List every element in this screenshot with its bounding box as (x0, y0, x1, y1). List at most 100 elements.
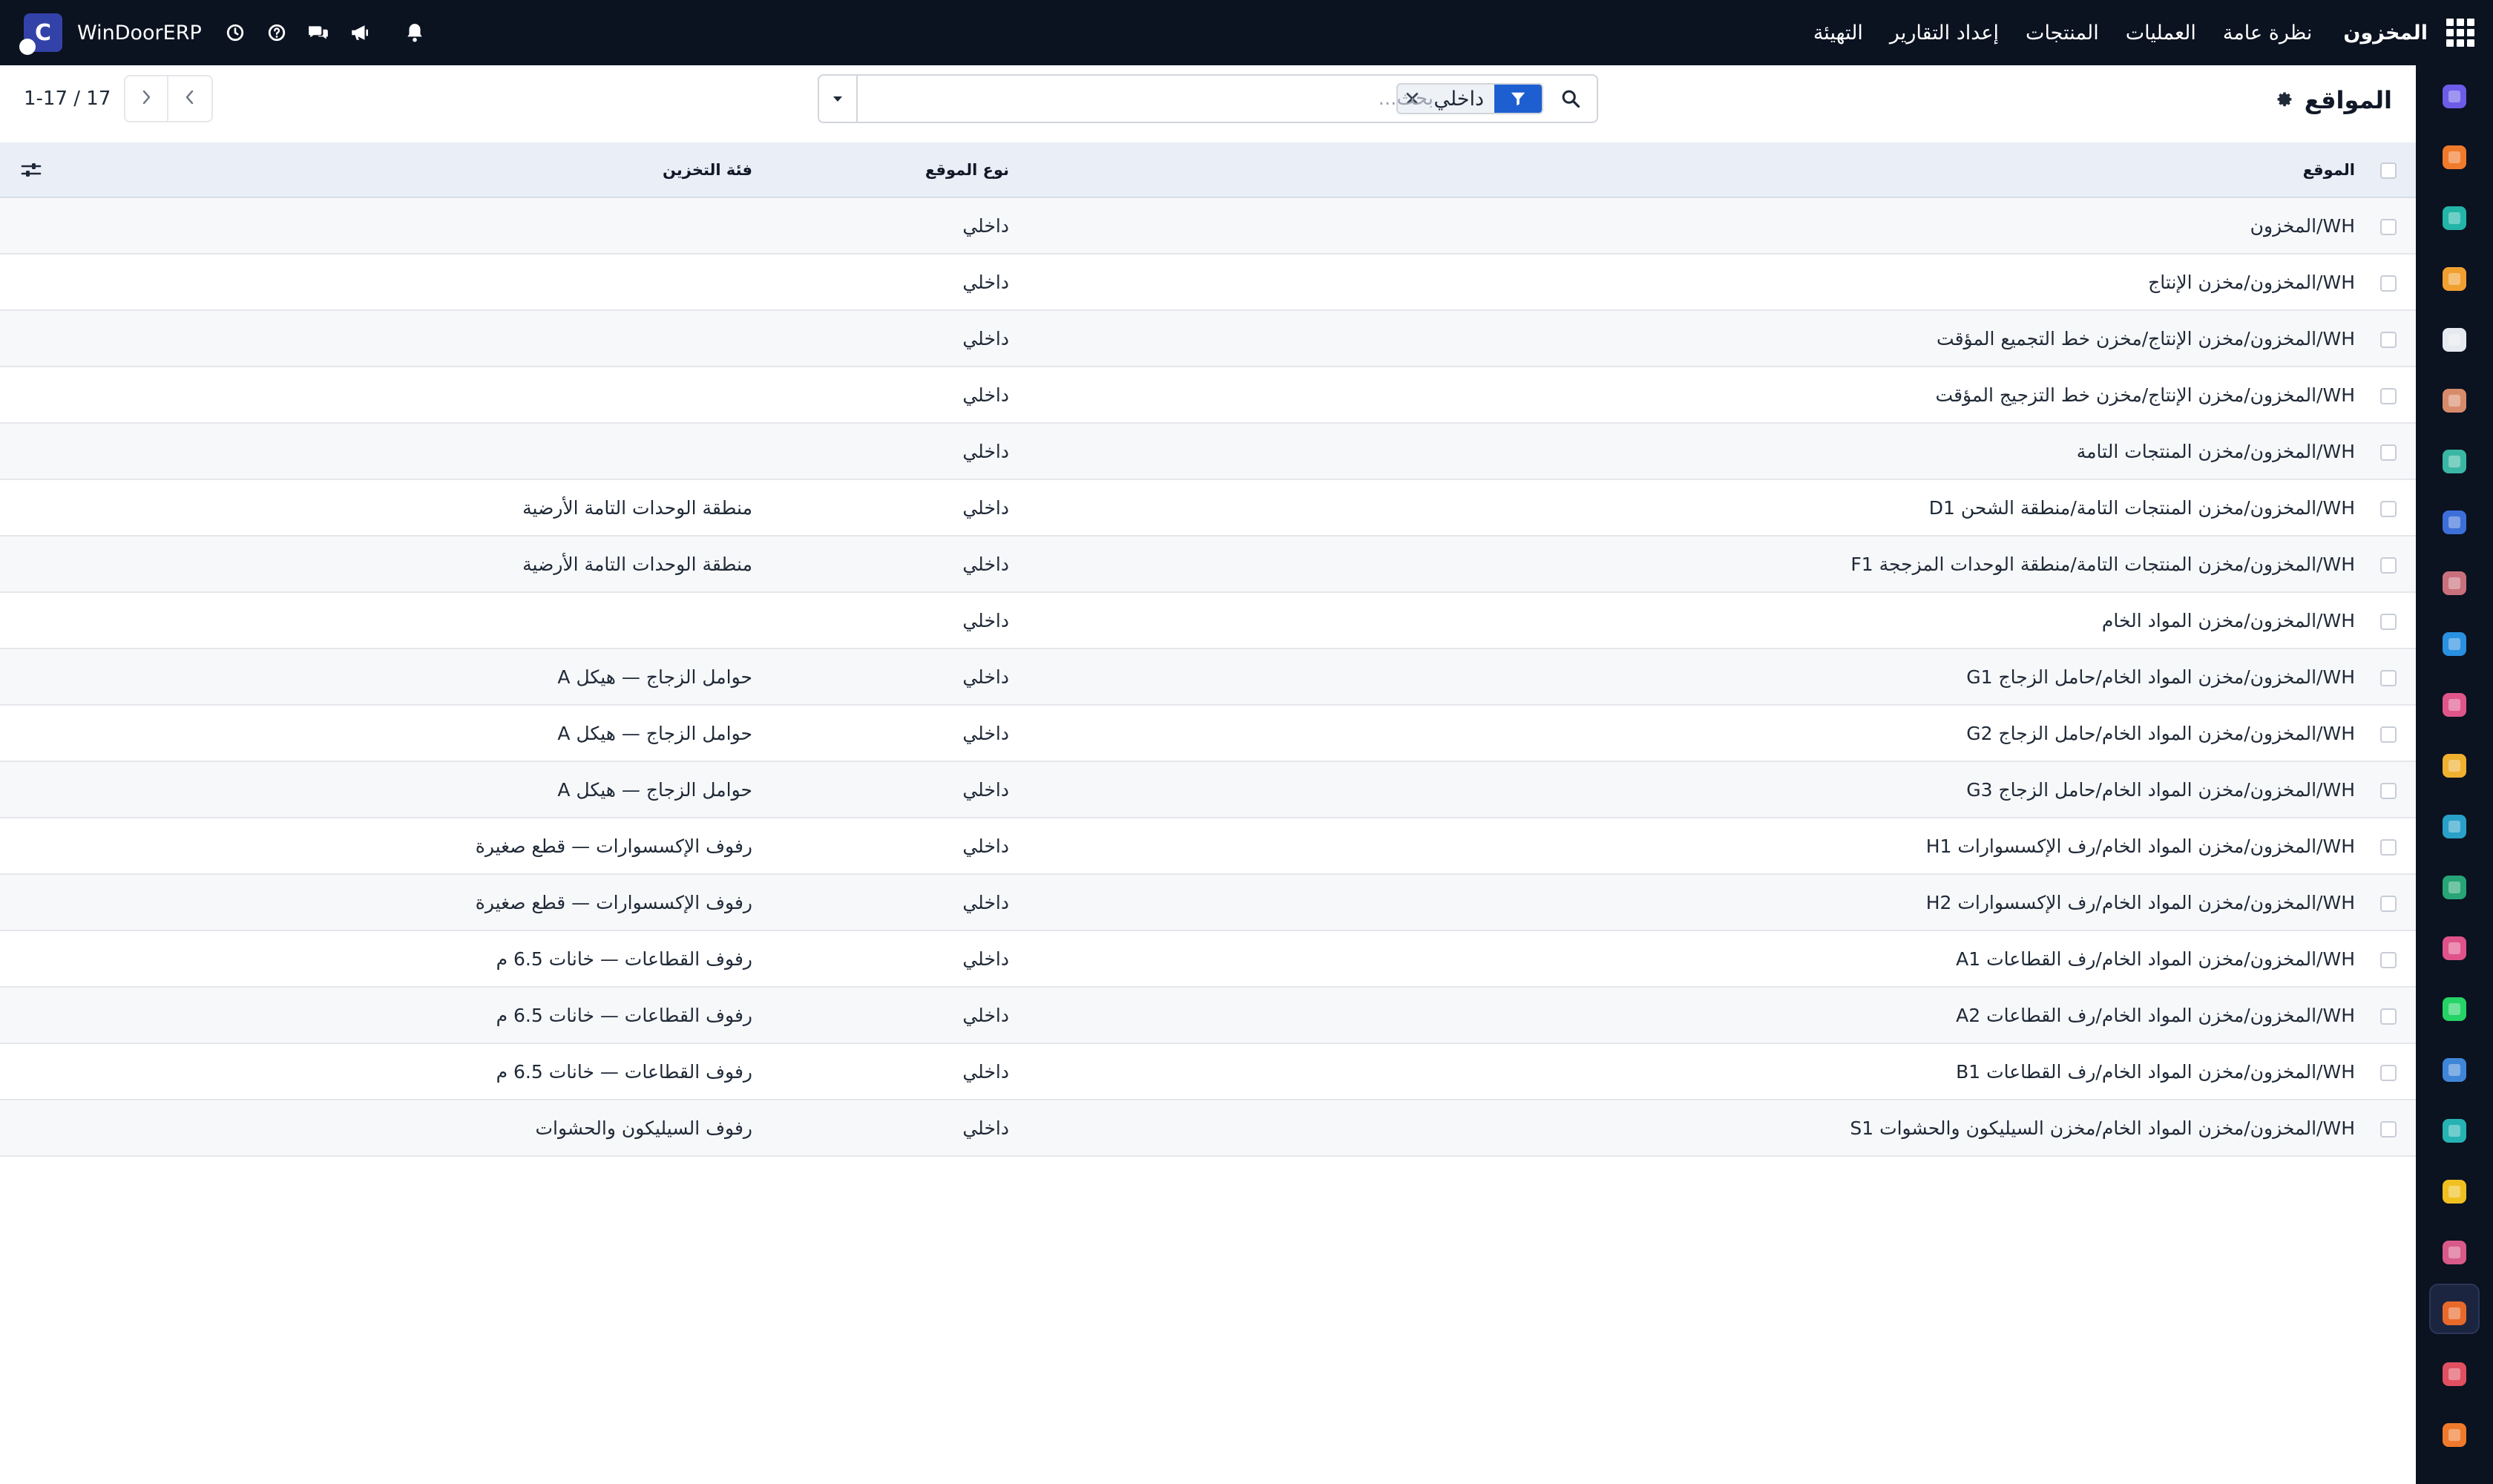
gear-icon[interactable] (2276, 91, 2294, 109)
row-checkbox[interactable] (2380, 1120, 2397, 1137)
cell-location[interactable]: WH/المخزون/مخزن المنتجات التامة/منطقة ال… (1009, 536, 2373, 593)
cell-location-type[interactable]: داخلي (752, 367, 1009, 424)
row-checkbox[interactable] (2380, 726, 2397, 743)
cell-location[interactable]: WH/المخزون/مخزن المنتجات التامة (1009, 423, 2373, 480)
cell-location[interactable]: WH/المخزون/مخزن المواد الخام/حامل الزجاج… (1009, 649, 2373, 706)
manufacturing-app-icon[interactable] (2438, 1419, 2471, 1451)
row-checkbox[interactable] (2380, 500, 2397, 517)
row-checkbox[interactable] (2380, 275, 2397, 292)
cell-location[interactable]: WH/المخزون/مخزن المواد الخام/رف القطاعات… (1009, 987, 2373, 1044)
dashboards-app-icon[interactable] (2438, 932, 2471, 965)
cell-location-type[interactable]: داخلي (752, 479, 1009, 536)
chat-icon[interactable] (306, 20, 331, 45)
cell-location-type[interactable]: داخلي (752, 423, 1009, 480)
table-row[interactable]: WH/المخزون/مخزن المواد الخام/حامل الزجاج… (0, 705, 2416, 762)
cell-storage-category[interactable]: منطقة الوحدات التامة الأرضية (45, 479, 752, 536)
calendar-app-icon[interactable] (2438, 749, 2471, 782)
company-avatar[interactable]: C (19, 13, 62, 55)
timer-app-icon[interactable] (2438, 1054, 2471, 1086)
cell-storage-category[interactable] (45, 197, 752, 255)
pager-next-button[interactable] (124, 75, 169, 122)
cell-location-type[interactable]: داخلي (752, 987, 1009, 1044)
table-row[interactable]: WH/المخزون/مخزن المواد الخام/رف القطاعات… (0, 1043, 2416, 1100)
cell-storage-category[interactable]: حوامل الزجاج — هيكل A (45, 705, 752, 762)
table-row[interactable]: WH/المخزون/مخزن المواد الخام/رف القطاعات… (0, 930, 2416, 988)
directory-app-icon[interactable] (2438, 871, 2471, 904)
table-row[interactable]: WH/المخزون/مخزن المواد الخام داخلي (0, 592, 2416, 649)
cell-location[interactable]: WH/المخزون/مخزن المواد الخام (1009, 592, 2373, 649)
table-row[interactable]: WH/المخزون/مخزن المواد الخام/مخزن السيلي… (0, 1100, 2416, 1157)
sales-app-icon[interactable] (2438, 263, 2471, 295)
cell-location-type[interactable]: داخلي (752, 818, 1009, 875)
table-row[interactable]: WH/المخزون/مخزن المواد الخام/حامل الزجاج… (0, 761, 2416, 818)
barcode-app-icon[interactable] (2438, 567, 2471, 600)
apps-grid-icon[interactable] (2444, 16, 2477, 49)
row-checkbox[interactable] (2380, 556, 2397, 574)
help-icon[interactable] (264, 20, 289, 45)
accounting-app-icon[interactable] (2438, 1236, 2471, 1269)
cell-location-type[interactable]: داخلي (752, 761, 1009, 818)
reporting-app-icon[interactable] (2438, 1358, 2471, 1391)
cell-storage-category[interactable] (45, 592, 752, 649)
cell-location-type[interactable]: داخلي (752, 310, 1009, 367)
mail-app-icon[interactable] (2438, 80, 2471, 113)
pager-value[interactable]: 1-17 / 17 (24, 88, 111, 110)
cell-storage-category[interactable] (45, 367, 752, 424)
row-checkbox[interactable] (2380, 669, 2397, 686)
crm-app-icon[interactable] (2438, 202, 2471, 234)
nav-products[interactable]: المنتجات (2026, 22, 2099, 45)
website-app-icon[interactable] (2438, 1114, 2471, 1147)
cell-storage-category[interactable] (45, 254, 752, 311)
column-header-storage-category[interactable]: فئة التخزين (45, 142, 752, 198)
project-app-icon[interactable] (2438, 445, 2471, 478)
nav-reporting[interactable]: إعداد التقارير (1890, 22, 1999, 45)
select-all-checkbox[interactable] (2380, 162, 2397, 179)
contacts-app-icon[interactable] (2438, 384, 2471, 417)
cell-location-type[interactable]: داخلي (752, 254, 1009, 311)
row-checkbox[interactable] (2380, 613, 2397, 630)
cell-location-type[interactable]: داخلي (752, 1100, 1009, 1157)
row-checkbox[interactable] (2380, 331, 2397, 348)
row-checkbox[interactable] (2380, 218, 2397, 235)
nav-app-name[interactable]: المخزون (2343, 22, 2428, 45)
cell-location-type[interactable]: داخلي (752, 649, 1009, 706)
company-name[interactable]: WinDoorERP (77, 22, 202, 45)
cell-location[interactable]: WH/المخزون/مخزن المواد الخام/مخزن السيلي… (1009, 1100, 2373, 1157)
cell-storage-category[interactable]: رفوف القطاعات — خانات 6.5 م (45, 1043, 752, 1100)
cell-location-type[interactable]: داخلي (752, 930, 1009, 988)
row-checkbox[interactable] (2380, 782, 2397, 799)
cell-location[interactable]: WH/المخزون/مخزن المواد الخام/حامل الزجاج… (1009, 761, 2373, 818)
discuss-app-icon[interactable] (2438, 141, 2471, 174)
table-row[interactable]: WH/المخزون/مخزن المنتجات التامة/منطقة ال… (0, 536, 2416, 593)
invoicing-app-icon[interactable] (2438, 628, 2471, 660)
employees-app-icon[interactable] (2438, 689, 2471, 721)
chevron-down-icon[interactable] (819, 76, 858, 122)
cell-location-type[interactable]: داخلي (752, 705, 1009, 762)
table-row[interactable]: WH/المخزون/مخزن الإنتاج/مخزن خط التزجيج … (0, 367, 2416, 424)
table-row[interactable]: WH/المخزون/مخزن الإنتاج/مخزن خط التجميع … (0, 310, 2416, 367)
clock-icon[interactable] (223, 20, 248, 45)
table-row[interactable]: WH/المخزون/مخزن المواد الخام/رف القطاعات… (0, 987, 2416, 1044)
table-row[interactable]: WH/المخزون/مخزن المنتجات التامة داخلي (0, 423, 2416, 480)
cell-location-type[interactable]: داخلي (752, 592, 1009, 649)
inventory-app-icon[interactable] (2438, 1297, 2471, 1330)
cell-storage-category[interactable]: رفوف القطاعات — خانات 6.5 م (45, 930, 752, 988)
cell-location[interactable]: WH/المخزون/مخزن الإنتاج/مخزن خط التجميع … (1009, 310, 2373, 367)
nav-configuration[interactable]: التهيئة (1813, 22, 1863, 45)
row-checkbox[interactable] (2380, 951, 2397, 968)
cell-location[interactable]: WH/المخزون/مخزن المواد الخام/حامل الزجاج… (1009, 705, 2373, 762)
column-header-location-type[interactable]: نوع الموقع (752, 142, 1009, 198)
cell-storage-category[interactable] (45, 423, 752, 480)
table-row[interactable]: WH/المخزون/مخزن المواد الخام/رف الإكسسوا… (0, 874, 2416, 931)
cell-location[interactable]: WH/المخزون/مخزن المنتجات التامة/منطقة ال… (1009, 479, 2373, 536)
telegram-app-icon[interactable] (2438, 1175, 2471, 1208)
row-checkbox[interactable] (2380, 1008, 2397, 1025)
knowledge-app-icon[interactable] (2438, 506, 2471, 539)
cell-location-type[interactable]: داخلي (752, 536, 1009, 593)
column-header-location[interactable]: الموقع (1009, 142, 2373, 198)
cell-storage-category[interactable]: رفوف الإكسسوارات — قطع صغيرة (45, 818, 752, 875)
cell-location[interactable]: WH/المخزون/مخزن المواد الخام/رف القطاعات… (1009, 1043, 2373, 1100)
table-row[interactable]: WH/المخزون/مخزن المواد الخام/حامل الزجاج… (0, 649, 2416, 706)
bell-icon[interactable] (402, 20, 427, 45)
cell-storage-category[interactable]: رفوف القطاعات — خانات 6.5 م (45, 987, 752, 1044)
